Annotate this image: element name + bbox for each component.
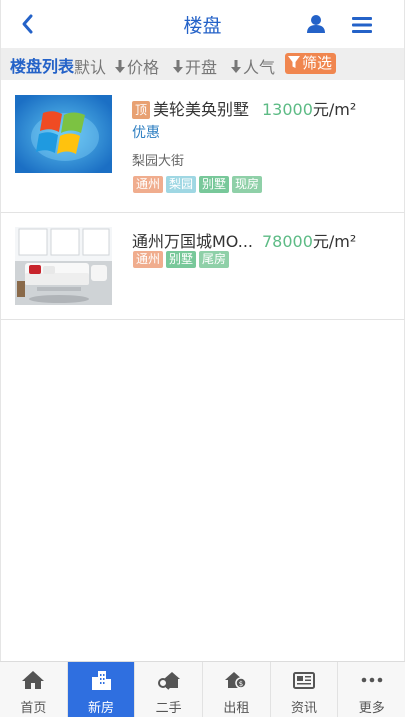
list-item[interactable]: 顶美轮美奂别墅 13000元/m² 优惠 梨园大街 通州 梨园 别墅 现房 [0, 80, 405, 213]
sort-label: 开盘 [185, 58, 218, 77]
price-value: 13000 [262, 100, 313, 119]
price-value: 78000 [262, 232, 313, 251]
svg-text:$: $ [239, 680, 243, 688]
tag: 通州 [133, 176, 164, 193]
tag: 别墅 [199, 176, 230, 193]
sort-label: 价格 [127, 58, 160, 77]
buildings-icon [92, 671, 111, 690]
listing-price: 78000元/m² [262, 228, 356, 252]
sort-popularity[interactable]: 人气 [231, 54, 275, 78]
sort-label: 默认 [74, 58, 107, 77]
arrow-down-icon [231, 60, 241, 73]
living-room-thumbnail [15, 227, 112, 305]
bottom-tab-bar: 首页 新房 二手 $ 出租 资讯 更多 [0, 661, 405, 717]
tab-label: 资讯 [291, 701, 318, 716]
house-coin-icon: $ [225, 672, 248, 689]
more-dots-icon [361, 677, 382, 683]
user-icon [307, 15, 325, 33]
listing-name: 通州万国城MO... [132, 232, 254, 251]
list-item[interactable]: 通州万国城MO... 78000元/m² 通州 别墅 尾房 [0, 213, 405, 320]
sort-opening[interactable]: 开盘 [173, 54, 217, 78]
filter-bar: 楼盘列表 默认 价格 开盘 人气 筛选 [0, 48, 405, 80]
listing-name-row: 通州万国城MO... [132, 228, 253, 252]
tag: 尾房 [199, 251, 230, 268]
sort-price[interactable]: 价格 [115, 54, 159, 78]
house-search-icon [157, 672, 180, 690]
listing-name-row: 顶美轮美奂别墅 [132, 96, 249, 120]
address-text: 梨园大街 [132, 154, 185, 169]
tab-label: 出租 [223, 701, 250, 716]
promo-text: 优惠 [132, 125, 160, 141]
sort-default[interactable]: 默认 [74, 54, 106, 78]
windows-logo-thumbnail [15, 95, 112, 173]
tag: 现房 [232, 176, 263, 193]
listing-name: 美轮美奂别墅 [153, 100, 250, 119]
top-badge: 顶 [132, 101, 150, 119]
tab-new-homes[interactable]: 新房 [67, 662, 136, 717]
tab-home[interactable]: 首页 [0, 662, 68, 717]
tab-more[interactable]: 更多 [338, 662, 405, 717]
arrow-down-icon [115, 60, 125, 73]
menu-icon [352, 17, 372, 33]
user-button[interactable] [305, 13, 327, 35]
empty-content-area [0, 320, 405, 661]
tab-news[interactable]: 资讯 [271, 662, 339, 717]
filter-label: 筛选 [302, 54, 333, 72]
arrow-down-icon [173, 60, 183, 73]
tab-rent[interactable]: $ 出租 [203, 662, 271, 717]
tag-list: 通州 梨园 别墅 现房 [133, 176, 265, 193]
price-unit: 元/m² [312, 232, 357, 251]
top-header: 楼盘 [0, 0, 405, 48]
tag-list: 通州 别墅 尾房 [133, 251, 232, 268]
tab-label: 首页 [20, 701, 47, 716]
tag: 通州 [133, 251, 164, 268]
menu-button[interactable] [350, 14, 374, 36]
tag: 别墅 [166, 251, 197, 268]
price-unit: 元/m² [312, 100, 357, 119]
tag: 梨园 [166, 176, 197, 193]
newspaper-icon [293, 672, 316, 689]
list-title: 楼盘列表 [10, 57, 75, 76]
tab-label: 新房 [88, 701, 115, 716]
page-title: 楼盘 [183, 15, 222, 37]
funnel-icon [288, 56, 300, 68]
tab-second-hand[interactable]: 二手 [135, 662, 204, 717]
listing-price: 13000元/m² [262, 96, 356, 120]
home-icon [22, 671, 45, 689]
sort-label: 人气 [243, 58, 276, 77]
filter-button[interactable]: 筛选 [285, 53, 337, 74]
tab-label: 二手 [155, 701, 182, 716]
tab-label: 更多 [358, 701, 385, 716]
